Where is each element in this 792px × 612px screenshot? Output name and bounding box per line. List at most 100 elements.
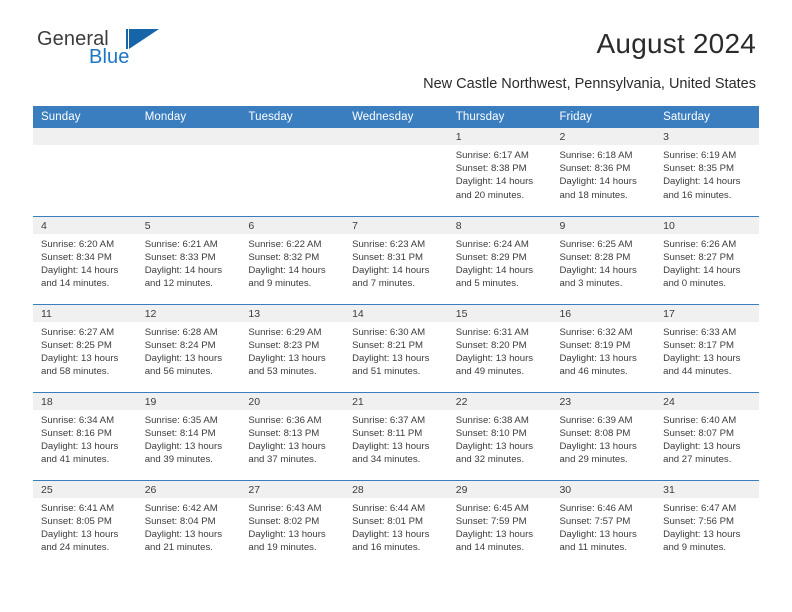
calendar-day-cell[interactable]: 5 Sunrise: 6:21 AM Sunset: 8:33 PM Daylight… <box>136 215 241 304</box>
day-sunset-text: Sunset: 8:32 PM <box>248 251 320 263</box>
day-daylight-line2-text: and 21 minutes. <box>144 542 213 554</box>
calendar-day-cell[interactable]: 19 Sunrise: 6:35 AM Sunset: 8:14 PM Dayligh… <box>136 391 241 480</box>
day-sunset-text: Sunset: 8:28 PM <box>559 251 631 263</box>
day-number: 25 <box>33 480 137 498</box>
day-number: 6 <box>240 216 345 234</box>
calendar-day-cell[interactable]: 29 Sunrise: 6:45 AM Sunset: 7:59 PM Dayligh… <box>447 479 552 568</box>
calendar-day-cell[interactable]: 18 Sunrise: 6:34 AM Sunset: 8:16 PM Dayligh… <box>33 391 137 480</box>
day-details: Sunrise: 6:19 AM Sunset: 8:35 PM Daylight:… <box>655 145 759 202</box>
day-details: Sunrise: 6:18 AM Sunset: 8:36 PM Daylight:… <box>551 145 655 202</box>
day-sunrise-text: Sunrise: 6:31 AM <box>455 326 529 338</box>
day-daylight-line1-text: Daylight: 14 hours <box>455 176 534 188</box>
day-sunset-text: Sunset: 8:07 PM <box>663 427 735 439</box>
day-details: Sunrise: 6:35 AM Sunset: 8:14 PM Daylight:… <box>137 410 241 467</box>
day-number: 13 <box>240 304 345 322</box>
calendar-day-cell[interactable]: 24 Sunrise: 6:40 AM Sunset: 8:07 PM Dayligh… <box>655 391 759 480</box>
day-details: Sunrise: 6:20 AM Sunset: 8:34 PM Daylight:… <box>33 234 137 291</box>
calendar-day-cell[interactable]: 12 Sunrise: 6:28 AM Sunset: 8:24 PM Dayligh… <box>136 303 241 392</box>
day-sunset-text: Sunset: 7:57 PM <box>559 515 631 527</box>
day-number: 5 <box>136 216 241 234</box>
calendar-day-cell[interactable]: 20 Sunrise: 6:36 AM Sunset: 8:13 PM Dayligh… <box>240 391 345 480</box>
day-sunset-text: Sunset: 8:13 PM <box>248 427 320 439</box>
day-sunrise-text: Sunrise: 6:21 AM <box>144 238 218 250</box>
day-number: 24 <box>655 392 759 410</box>
calendar-week-row: 18 Sunrise: 6:34 AM Sunset: 8:16 PM Dayligh… <box>33 391 759 480</box>
day-daylight-line2-text: and 9 minutes. <box>663 542 727 554</box>
day-daylight-line1-text: Daylight: 13 hours <box>41 352 119 364</box>
weekday-header-row: Sunday Monday Tuesday Wednesday Thursday… <box>33 106 759 128</box>
day-details: Sunrise: 6:40 AM Sunset: 8:07 PM Daylight:… <box>655 410 759 467</box>
day-daylight-line2-text: and 39 minutes. <box>144 454 213 466</box>
calendar-day-cell[interactable]: 26 Sunrise: 6:42 AM Sunset: 8:04 PM Dayligh… <box>136 479 241 568</box>
calendar-day-cell[interactable]: 31 Sunrise: 6:47 AM Sunset: 7:56 PM Dayligh… <box>655 479 759 568</box>
calendar-day-cell[interactable]: 4 Sunrise: 6:20 AM Sunset: 8:34 PM Daylight… <box>33 215 137 304</box>
day-sunset-text: Sunset: 8:24 PM <box>144 339 216 351</box>
calendar-day-cell[interactable]: 6 Sunrise: 6:22 AM Sunset: 8:32 PM Daylight… <box>240 215 345 304</box>
day-number <box>344 128 448 145</box>
day-sunset-text: Sunset: 8:23 PM <box>248 339 320 351</box>
day-number: 30 <box>551 480 656 498</box>
calendar-day-cell[interactable]: 8 Sunrise: 6:24 AM Sunset: 8:29 PM Daylight… <box>447 215 552 304</box>
weekday-header-saturday: Saturday <box>655 106 759 128</box>
day-sunset-text: Sunset: 8:20 PM <box>455 339 527 351</box>
day-details: Sunrise: 6:27 AM Sunset: 8:25 PM Daylight:… <box>33 322 137 379</box>
calendar-week-row: 11 Sunrise: 6:27 AM Sunset: 8:25 PM Dayligh… <box>33 303 759 392</box>
day-daylight-line1-text: Daylight: 13 hours <box>248 528 326 540</box>
calendar-week-row: 25 Sunrise: 6:41 AM Sunset: 8:05 PM Dayligh… <box>33 479 759 568</box>
day-details: Sunrise: 6:43 AM Sunset: 8:02 PM Daylight:… <box>240 498 344 555</box>
calendar-day-cell[interactable]: 3 Sunrise: 6:19 AM Sunset: 8:35 PM Daylight… <box>655 128 759 216</box>
day-daylight-line1-text: Daylight: 13 hours <box>663 352 741 364</box>
day-daylight-line1-text: Daylight: 13 hours <box>144 440 223 452</box>
day-daylight-line2-text: and 53 minutes. <box>248 366 317 378</box>
day-number: 8 <box>447 216 552 234</box>
day-details: Sunrise: 6:42 AM Sunset: 8:04 PM Daylight:… <box>137 498 241 555</box>
calendar-day-cell[interactable]: 13 Sunrise: 6:29 AM Sunset: 8:23 PM Dayligh… <box>240 303 345 392</box>
calendar-day-cell[interactable]: 10 Sunrise: 6:26 AM Sunset: 8:27 PM Dayligh… <box>655 215 759 304</box>
calendar-day-cell[interactable]: 16 Sunrise: 6:32 AM Sunset: 8:19 PM Dayligh… <box>551 303 656 392</box>
calendar-day-cell[interactable]: 1 Sunrise: 6:17 AM Sunset: 8:38 PM Daylight… <box>447 128 552 216</box>
calendar-day-cell[interactable]: 17 Sunrise: 6:33 AM Sunset: 8:17 PM Dayligh… <box>655 303 759 392</box>
calendar-day-cell[interactable]: 14 Sunrise: 6:30 AM Sunset: 8:21 PM Dayligh… <box>344 303 448 392</box>
calendar-day-cell[interactable]: 21 Sunrise: 6:37 AM Sunset: 8:11 PM Dayligh… <box>344 391 448 480</box>
day-sunset-text: Sunset: 8:11 PM <box>352 427 423 439</box>
day-number: 29 <box>447 480 552 498</box>
day-details: Sunrise: 6:31 AM Sunset: 8:20 PM Daylight:… <box>448 322 552 379</box>
calendar-day-cell[interactable]: 25 Sunrise: 6:41 AM Sunset: 8:05 PM Dayligh… <box>33 479 137 568</box>
day-daylight-line1-text: Daylight: 13 hours <box>352 528 430 540</box>
weekday-header-monday: Monday <box>136 106 241 128</box>
day-sunset-text: Sunset: 8:05 PM <box>41 515 112 527</box>
page-subtitle: New Castle Northwest, Pennsylvania, Unit… <box>423 76 756 92</box>
day-sunrise-text: Sunrise: 6:32 AM <box>559 326 633 338</box>
day-sunrise-text: Sunrise: 6:42 AM <box>144 502 218 514</box>
calendar-day-cell[interactable]: 7 Sunrise: 6:23 AM Sunset: 8:31 PM Daylight… <box>344 215 448 304</box>
day-details: Sunrise: 6:47 AM Sunset: 7:56 PM Daylight:… <box>655 498 759 555</box>
day-daylight-line1-text: Daylight: 14 hours <box>144 264 223 276</box>
day-number: 26 <box>136 480 241 498</box>
day-daylight-line2-text: and 56 minutes. <box>144 366 213 378</box>
day-daylight-line2-text: and 5 minutes. <box>455 278 519 290</box>
day-sunset-text: Sunset: 8:25 PM <box>41 339 112 351</box>
calendar-day-cell[interactable]: 11 Sunrise: 6:27 AM Sunset: 8:25 PM Dayligh… <box>33 303 137 392</box>
calendar-cell-empty <box>240 128 345 216</box>
calendar-day-cell[interactable]: 28 Sunrise: 6:44 AM Sunset: 8:01 PM Dayligh… <box>344 479 448 568</box>
calendar-day-cell[interactable]: 27 Sunrise: 6:43 AM Sunset: 8:02 PM Dayligh… <box>240 479 345 568</box>
day-details: Sunrise: 6:37 AM Sunset: 8:11 PM Daylight:… <box>344 410 448 467</box>
day-sunset-text: Sunset: 7:56 PM <box>663 515 735 527</box>
day-daylight-line2-text: and 3 minutes. <box>559 278 623 290</box>
calendar-day-cell[interactable]: 22 Sunrise: 6:38 AM Sunset: 8:10 PM Dayligh… <box>447 391 552 480</box>
day-sunrise-text: Sunrise: 6:25 AM <box>559 238 633 250</box>
day-daylight-line2-text: and 9 minutes. <box>248 278 312 290</box>
calendar-day-cell[interactable]: 23 Sunrise: 6:39 AM Sunset: 8:08 PM Dayligh… <box>551 391 656 480</box>
day-daylight-line2-text: and 37 minutes. <box>248 454 317 466</box>
day-number: 27 <box>240 480 345 498</box>
day-sunset-text: Sunset: 8:27 PM <box>663 251 735 263</box>
day-number: 17 <box>655 304 759 322</box>
calendar-day-cell[interactable]: 9 Sunrise: 6:25 AM Sunset: 8:28 PM Daylight… <box>551 215 656 304</box>
day-sunrise-text: Sunrise: 6:43 AM <box>248 502 322 514</box>
day-details: Sunrise: 6:28 AM Sunset: 8:24 PM Daylight:… <box>137 322 241 379</box>
calendar-day-cell[interactable]: 2 Sunrise: 6:18 AM Sunset: 8:36 PM Daylight… <box>551 128 656 216</box>
general-blue-logo[interactable]: General Blue <box>33 28 163 76</box>
calendar-day-cell[interactable]: 15 Sunrise: 6:31 AM Sunset: 8:20 PM Dayligh… <box>447 303 552 392</box>
day-daylight-line2-text: and 11 minutes. <box>559 542 627 554</box>
calendar-day-cell[interactable]: 30 Sunrise: 6:46 AM Sunset: 7:57 PM Dayligh… <box>551 479 656 568</box>
